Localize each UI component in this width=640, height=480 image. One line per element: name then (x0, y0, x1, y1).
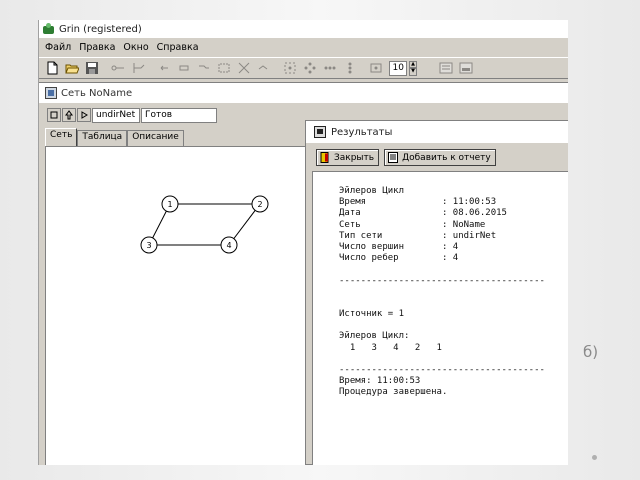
report-line: Число вершин : 4 (339, 241, 459, 252)
graph-node[interactable]: 2 (251, 195, 269, 213)
results-toolbar: Закрыть Добавить к отчету (316, 149, 496, 166)
close-button-label: Закрыть (334, 152, 375, 163)
stop-button[interactable] (47, 108, 61, 122)
menu-bar: Файл Правка Окно Справка (39, 39, 568, 55)
graph-node-label: 1 (167, 200, 172, 209)
network-tabs: Сеть Таблица Описание (45, 128, 184, 146)
close-button[interactable]: Закрыть (316, 149, 380, 166)
report-line: Процедура завершена. (339, 387, 448, 398)
play-icon[interactable] (77, 108, 91, 122)
results-window-icon (314, 126, 326, 138)
add-to-report-button[interactable]: Добавить к отчету (384, 149, 496, 166)
report-line: Эйлеров Цикл: (339, 331, 410, 342)
report-line (339, 298, 568, 309)
status-field: Готов (141, 107, 217, 123)
graph-node[interactable]: 4 (220, 236, 238, 254)
results-window: Результаты Закрыть Добавить к отчету Эйл… (305, 120, 568, 465)
up-arrow-icon[interactable] (62, 108, 76, 122)
network-window-titlebar[interactable]: Сеть NoName (39, 83, 568, 103)
menu-edit[interactable]: Правка (75, 42, 119, 53)
edge-tool-icon[interactable] (109, 59, 127, 77)
net-type-field: undirNet (92, 107, 140, 123)
app-logo-icon (42, 22, 55, 36)
report-line (339, 264, 568, 275)
report-line: Число ребер : 4 (339, 253, 459, 264)
arc-tool-icon[interactable] (129, 59, 147, 77)
report-line: Тип сети : undirNet (339, 230, 497, 241)
grid-icon[interactable] (215, 59, 233, 77)
report-line (339, 354, 568, 365)
graph-node-label: 4 (226, 241, 231, 250)
connect-icon[interactable] (195, 59, 213, 77)
layout-circle-icon[interactable] (281, 59, 299, 77)
report-line (339, 287, 568, 298)
link-icon[interactable] (255, 59, 273, 77)
depth-spin-input[interactable]: 10 (389, 60, 407, 76)
report-line: Время: 11:00:53 (339, 376, 421, 387)
app-window: Grin (registered) Файл Правка Окно Справ… (38, 20, 568, 465)
report-line: Время : 11:00:53 (339, 197, 497, 208)
menu-window[interactable]: Окно (119, 42, 152, 53)
app-titlebar[interactable]: Grin (registered) (39, 20, 568, 38)
report-line: -------------------------------------- (339, 275, 545, 286)
layout-star-icon[interactable] (341, 59, 359, 77)
new-file-icon[interactable] (43, 59, 61, 77)
results-titlebar[interactable]: Результаты (306, 121, 568, 143)
toolbar: 10 ▲ ▼ (39, 57, 568, 79)
add-to-report-label: Добавить к отчету (402, 152, 491, 163)
results-title: Результаты (331, 126, 393, 138)
report-line: Дата : 08.06.2015 (339, 208, 507, 219)
report-icon (388, 152, 399, 163)
layout-radial-icon[interactable] (321, 59, 339, 77)
tab-network[interactable]: Сеть (45, 128, 78, 146)
report-line: -------------------------------------- (339, 365, 545, 375)
save-icon[interactable] (83, 59, 101, 77)
menu-file[interactable]: Файл (41, 42, 75, 53)
graph-node[interactable]: 3 (140, 236, 158, 254)
undo-icon[interactable] (155, 59, 173, 77)
graph-node[interactable]: 1 (161, 195, 179, 213)
network-window-icon (45, 87, 57, 99)
tab-table[interactable]: Таблица (77, 130, 128, 146)
layout-icon[interactable] (235, 59, 253, 77)
layout-tree-icon[interactable] (301, 59, 319, 77)
zoom-icon[interactable] (367, 59, 385, 77)
report-line: Источник = 1 (339, 309, 405, 320)
redo-icon[interactable] (175, 59, 193, 77)
graph-node-label: 3 (146, 241, 151, 250)
slide-side-label: б) (583, 343, 599, 361)
report-line (339, 320, 568, 331)
menu-help[interactable]: Справка (153, 42, 203, 53)
app-title: Grin (registered) (59, 23, 142, 35)
graph-drawing: 1 2 3 4 (140, 195, 269, 254)
exit-door-icon (320, 152, 329, 163)
tab-description[interactable]: Описание (127, 130, 184, 146)
report-line: Эйлеров Цикл (339, 186, 405, 196)
results-report-text: Эйлеров Цикл Время : 11:00:53 Дата : 08.06… (312, 171, 568, 465)
graph-canvas[interactable]: 1 2 3 4 (45, 146, 310, 465)
report-line: 1 3 4 2 1 (339, 342, 442, 353)
slide-bullet (592, 455, 597, 460)
preview-icon[interactable] (437, 59, 455, 77)
graph-node-label: 2 (257, 200, 262, 209)
network-window-title: Сеть NoName (61, 87, 133, 99)
open-folder-icon[interactable] (63, 59, 81, 77)
depth-spin-buttons[interactable]: ▲ ▼ (409, 60, 417, 76)
print-icon[interactable] (457, 59, 475, 77)
report-line: Сеть : NoName (339, 219, 486, 230)
